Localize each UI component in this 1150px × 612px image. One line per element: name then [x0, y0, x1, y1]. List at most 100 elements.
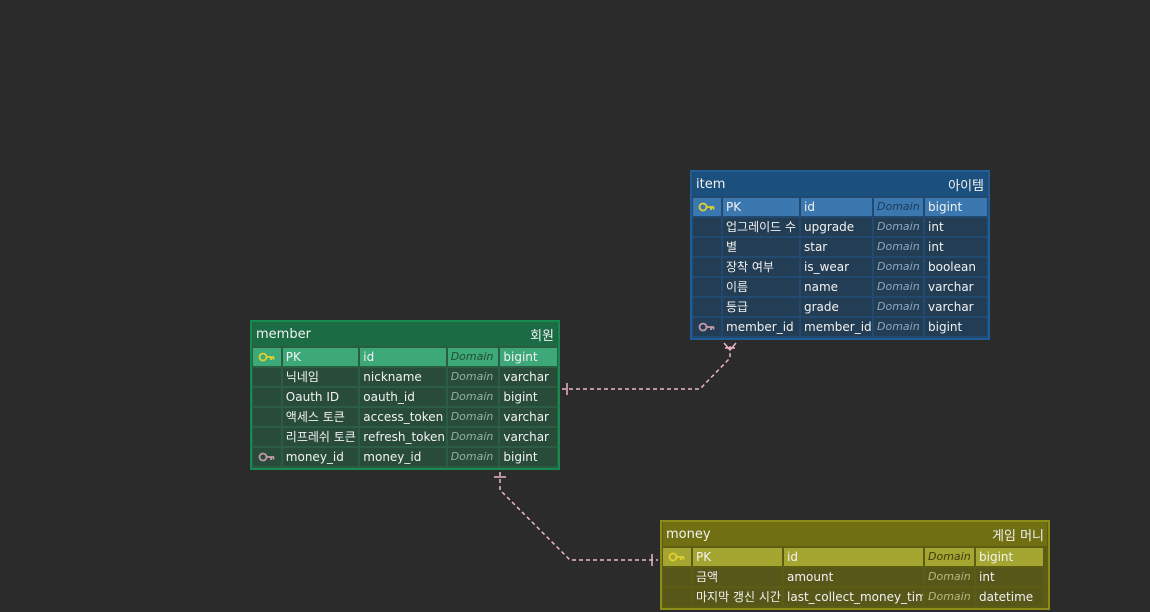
table-item[interactable]: item 아이템 PK id Domain bigint 업그레이드 수 upgrade D… — [690, 170, 990, 340]
column-logical-name: member_id — [723, 318, 799, 336]
table-header[interactable]: member 회원 — [253, 322, 557, 346]
primary-key-icon — [668, 552, 686, 562]
column-logical-name: 마지막 갱신 시간 — [693, 588, 782, 606]
column-physical-name: amount — [784, 568, 923, 586]
column-row[interactable]: 닉네임 nickname Domain varchar — [253, 368, 557, 386]
column-logical-name: PK — [282, 348, 359, 366]
column-data-type: varchar — [925, 298, 987, 316]
key-cell — [253, 428, 281, 446]
primary-key-icon — [698, 202, 716, 212]
table-physical-name: money — [666, 526, 711, 542]
key-cell — [253, 348, 281, 366]
column-physical-name: oauth_id — [360, 388, 446, 406]
column-logical-name: 장착 여부 — [723, 258, 799, 276]
column-logical-name: 닉네임 — [282, 368, 359, 386]
column-logical-name: PK — [723, 198, 799, 216]
table-logical-name: 게임 머니 — [992, 528, 1044, 544]
column-row[interactable]: 등급 grade Domain varchar — [693, 298, 987, 316]
relationship-member-money[interactable] — [499, 472, 658, 561]
column-data-type: varchar — [925, 278, 987, 296]
key-cell — [693, 278, 721, 296]
column-data-type: int — [976, 568, 1043, 586]
column-row[interactable]: PK id Domain bigint — [663, 548, 1047, 566]
column-domain: Domain — [874, 198, 923, 216]
table-member[interactable]: member 회원 PK id Domain bigint 닉네임 nickname Dom… — [250, 320, 560, 470]
column-logical-name: PK — [693, 548, 782, 566]
column-data-type: varchar — [500, 408, 557, 426]
key-cell — [693, 218, 721, 236]
key-cell — [253, 408, 281, 426]
column-row[interactable]: PK id Domain bigint — [253, 348, 557, 366]
column-domain: Domain — [925, 568, 974, 586]
table-header[interactable]: item 아이템 — [693, 172, 987, 196]
column-list: PK id Domain bigint 업그레이드 수 upgrade Domain int 별… — [693, 198, 987, 336]
column-physical-name: member_id — [801, 318, 872, 336]
column-domain: Domain — [447, 408, 499, 426]
key-cell — [693, 298, 721, 316]
column-logical-name: Oauth ID — [282, 388, 359, 406]
foreign-key-icon — [258, 452, 276, 462]
column-logical-name: 리프레쉬 토큰 — [282, 428, 359, 446]
column-physical-name: name — [801, 278, 872, 296]
column-row[interactable]: member_id member_id Domain bigint — [693, 318, 987, 336]
column-row[interactable]: 액세스 토큰 access_token Domain varchar — [253, 408, 557, 426]
column-row[interactable]: 마지막 갱신 시간 last_collect_money_time Domain da… — [663, 588, 1047, 606]
column-data-type: varchar — [500, 428, 557, 446]
key-cell — [693, 318, 721, 336]
key-cell — [253, 388, 281, 406]
column-domain: Domain — [874, 218, 923, 236]
column-row[interactable]: 업그레이드 수 upgrade Domain int — [693, 218, 987, 236]
erd-canvas: member 회원 PK id Domain bigint 닉네임 nickname Dom… — [0, 0, 1150, 612]
column-physical-name: is_wear — [801, 258, 872, 276]
column-row[interactable]: 이름 name Domain varchar — [693, 278, 987, 296]
column-data-type: bigint — [500, 388, 557, 406]
column-row[interactable]: 별 star Domain int — [693, 238, 987, 256]
column-data-type: bigint — [925, 198, 987, 216]
column-data-type: int — [925, 238, 987, 256]
column-data-type: datetime — [976, 588, 1043, 606]
column-domain: Domain — [447, 428, 499, 446]
table-logical-name: 회원 — [530, 328, 554, 344]
column-domain: Domain — [874, 278, 923, 296]
column-domain: Domain — [447, 368, 499, 386]
column-row[interactable]: 리프레쉬 토큰 refresh_token Domain varchar — [253, 428, 557, 446]
table-header[interactable]: money 게임 머니 — [663, 522, 1047, 546]
column-list: PK id Domain bigint 금액 amount Domain int 마지막 갱신 … — [663, 548, 1047, 606]
many-marker-member-item — [723, 342, 737, 352]
table-physical-name: item — [696, 176, 726, 192]
column-physical-name: id — [801, 198, 872, 216]
column-physical-name: last_collect_money_time — [784, 588, 923, 606]
column-row[interactable]: Oauth ID oauth_id Domain bigint — [253, 388, 557, 406]
column-row[interactable]: 금액 amount Domain int — [663, 568, 1047, 586]
table-money[interactable]: money 게임 머니 PK id Domain bigint 금액 amount Doma… — [660, 520, 1050, 610]
column-data-type: bigint — [925, 318, 987, 336]
column-logical-name: 업그레이드 수 — [723, 218, 799, 236]
primary-key-icon — [258, 352, 276, 362]
column-row[interactable]: PK id Domain bigint — [693, 198, 987, 216]
column-physical-name: nickname — [360, 368, 446, 386]
column-row[interactable]: money_id money_id Domain bigint — [253, 448, 557, 466]
key-cell — [663, 548, 691, 566]
table-physical-name: member — [256, 326, 311, 342]
column-domain: Domain — [874, 318, 923, 336]
column-data-type: bigint — [500, 448, 557, 466]
column-logical-name: 등급 — [723, 298, 799, 316]
relationship-member-item[interactable] — [562, 343, 731, 390]
column-domain: Domain — [925, 588, 974, 606]
key-cell — [693, 238, 721, 256]
column-domain: Domain — [447, 448, 499, 466]
column-physical-name: star — [801, 238, 872, 256]
column-physical-name: id — [784, 548, 923, 566]
key-cell — [253, 448, 281, 466]
key-cell — [253, 368, 281, 386]
column-domain: Domain — [874, 238, 923, 256]
column-row[interactable]: 장착 여부 is_wear Domain boolean — [693, 258, 987, 276]
column-physical-name: upgrade — [801, 218, 872, 236]
column-logical-name: money_id — [282, 448, 359, 466]
column-data-type: bigint — [500, 348, 557, 366]
foreign-key-icon — [698, 322, 716, 332]
column-domain: Domain — [874, 258, 923, 276]
column-physical-name: grade — [801, 298, 872, 316]
column-domain: Domain — [925, 548, 974, 566]
column-domain: Domain — [447, 348, 499, 366]
